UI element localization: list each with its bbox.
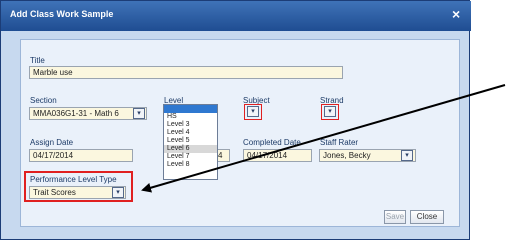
annotation-arrow [141, 84, 506, 193]
